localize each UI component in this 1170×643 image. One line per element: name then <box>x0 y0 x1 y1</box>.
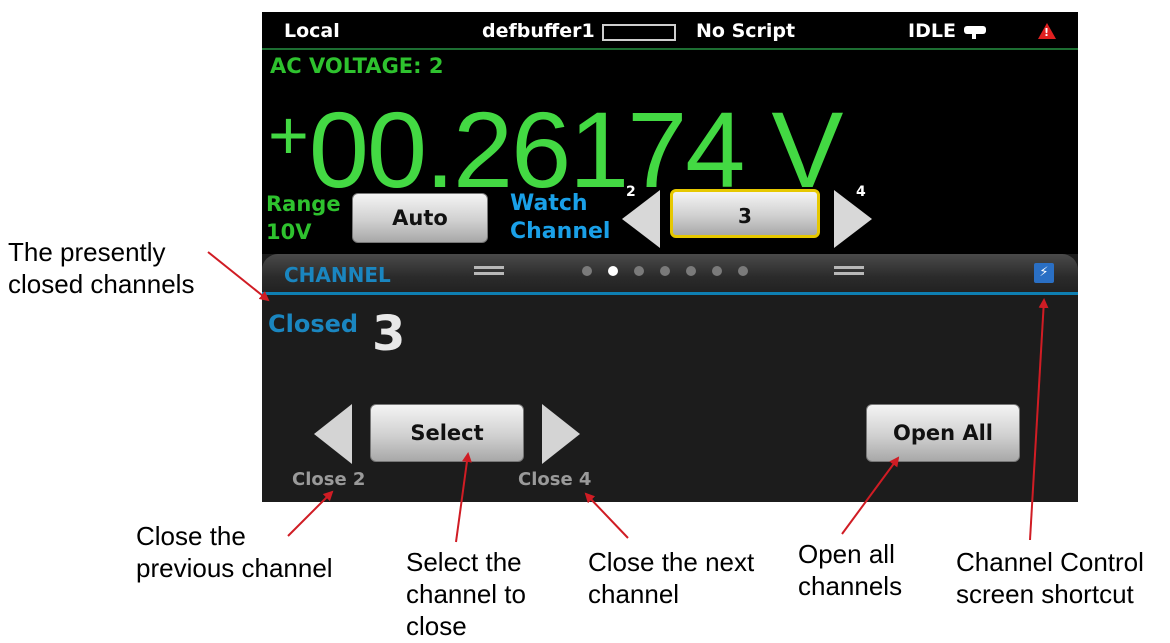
arrow-channel-control <box>1029 298 1049 541</box>
annotation-arrows <box>207 251 1049 543</box>
arrow-close-previous <box>287 490 334 537</box>
arrow-close-next <box>584 492 629 539</box>
arrow-select <box>455 452 472 543</box>
arrow-closed-channels <box>207 251 270 302</box>
arrow-open-all <box>841 456 900 535</box>
